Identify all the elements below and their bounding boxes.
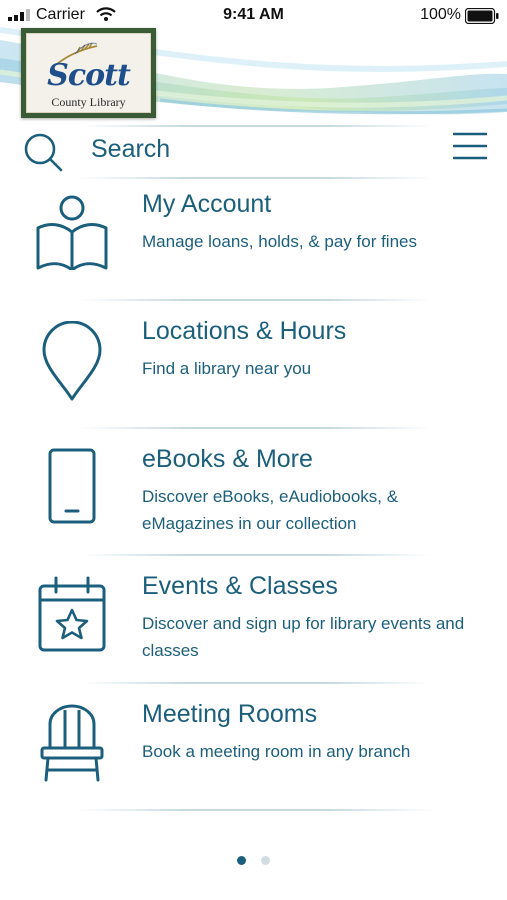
page-dot-active[interactable] — [237, 856, 247, 865]
logo-name: Scott — [47, 58, 131, 93]
library-logo[interactable]: Scott County Library — [21, 28, 156, 118]
menu-item-title: Meeting Rooms — [142, 700, 318, 728]
menu-divider — [80, 427, 432, 429]
menu-item-description: Discover and sign up for library events … — [142, 614, 465, 660]
search-icon[interactable] — [23, 132, 63, 172]
menu-item-title: My Account — [142, 190, 272, 218]
search-input[interactable]: Search — [91, 135, 170, 164]
menu-divider — [80, 682, 432, 684]
battery-icon — [465, 8, 499, 24]
menu-divider — [80, 809, 432, 811]
menu-item-ebooks-more[interactable]: eBooks & More Discover eBooks, eAudioboo… — [0, 439, 507, 559]
menu-item-events-classes[interactable]: Events & Classes Discover and sign up fo… — [0, 566, 507, 686]
logo-badge: Scott County Library — [26, 33, 151, 113]
hamburger-menu-icon[interactable] — [453, 131, 487, 161]
battery-percent: 100% — [420, 6, 461, 23]
menu-item-meeting-rooms[interactable]: Meeting Rooms Book a meeting room in any… — [0, 694, 507, 814]
search-bar: Search — [0, 127, 507, 175]
reader-icon — [36, 195, 108, 270]
menu-divider — [80, 554, 432, 556]
menu-item-title: Locations & Hours — [142, 317, 347, 345]
menu-item-title: eBooks & More — [142, 445, 313, 473]
menu-item-description: Find a library near you — [142, 359, 312, 378]
logo-subtitle: County Library — [51, 95, 126, 109]
menu-item-locations-hours[interactable]: Locations & Hours Find a library near yo… — [0, 311, 507, 431]
menu-item-description: Manage loans, holds, & pay for fines — [142, 232, 417, 251]
tablet-icon — [48, 448, 96, 524]
menu-item-description: Discover eBooks, eAudiobooks, & eMagazin… — [142, 487, 399, 533]
location-pin-icon — [42, 321, 102, 401]
menu-divider — [80, 299, 432, 301]
status-bar: Carrier 9:41 AM 100% — [0, 0, 507, 30]
page-indicator[interactable] — [0, 852, 507, 865]
menu-item-my-account[interactable]: My Account Manage loans, holds, & pay fo… — [0, 184, 507, 304]
chair-icon — [40, 704, 104, 782]
menu-item-title: Events & Classes — [142, 572, 338, 600]
menu-item-description: Book a meeting room in any branch — [142, 742, 411, 761]
page-dot[interactable] — [260, 856, 270, 865]
calendar-star-icon — [38, 576, 106, 652]
search-divider — [80, 177, 432, 179]
